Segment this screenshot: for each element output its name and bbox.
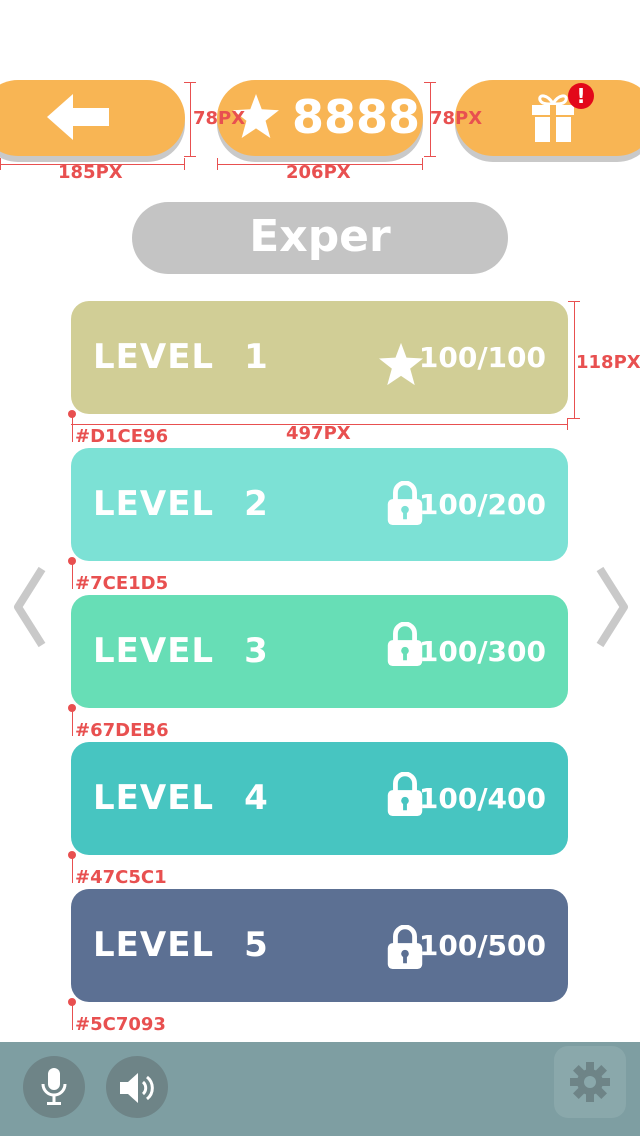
level-card-3[interactable]: LEVEL 3 100/300 xyxy=(71,595,568,708)
dimension-label: 185PX xyxy=(58,162,123,183)
color-label: #67DEB6 xyxy=(75,720,169,741)
color-label: #5C7093 xyxy=(75,1014,166,1035)
level-title: LEVEL 2 xyxy=(93,448,269,561)
level-title: LEVEL 1 xyxy=(93,301,269,414)
gear-icon xyxy=(570,1062,610,1102)
chevron-left-icon[interactable] xyxy=(10,565,50,649)
dimension-tick xyxy=(568,301,580,302)
color-marker-line xyxy=(72,708,73,736)
dimension-line xyxy=(574,301,575,419)
level-number: 2 xyxy=(244,484,269,524)
dimension-tick xyxy=(184,158,185,170)
level-number: 3 xyxy=(244,631,269,671)
gift-button[interactable]: ! xyxy=(455,80,640,156)
chevron-right-icon[interactable] xyxy=(592,565,632,649)
level-number: 5 xyxy=(244,925,269,965)
microphone-button[interactable] xyxy=(23,1056,85,1118)
bottom-toolbar xyxy=(0,1042,640,1136)
level-word: LEVEL xyxy=(93,337,215,377)
color-label: #47C5C1 xyxy=(75,867,167,888)
level-word: LEVEL xyxy=(93,778,215,818)
level-title: LEVEL 3 xyxy=(93,595,269,708)
dimension-tick xyxy=(217,158,218,170)
difficulty-title[interactable]: Exper xyxy=(132,202,508,274)
level-score: 100/100 xyxy=(418,341,546,374)
level-score: 100/400 xyxy=(418,782,546,815)
level-title: LEVEL 4 xyxy=(93,742,269,855)
notification-badge: ! xyxy=(568,83,594,109)
dimension-tick xyxy=(567,418,568,430)
sound-button[interactable] xyxy=(106,1056,168,1118)
level-card-1[interactable]: LEVEL 1 100/100 xyxy=(71,301,568,414)
level-card-5[interactable]: LEVEL 5 100/500 xyxy=(71,889,568,1002)
microphone-icon xyxy=(41,1068,67,1105)
level-number: 1 xyxy=(244,337,269,377)
dimension-label: 78PX xyxy=(193,108,246,129)
dimension-tick xyxy=(568,418,580,419)
color-marker-line xyxy=(72,414,73,442)
level-card-4[interactable]: LEVEL 4 100/400 xyxy=(71,742,568,855)
star-icon xyxy=(379,342,423,386)
speaker-icon xyxy=(120,1073,154,1103)
level-number: 4 xyxy=(244,778,269,818)
score-display: 8888 xyxy=(217,80,423,156)
dimension-label: 206PX xyxy=(286,162,351,183)
level-word: LEVEL xyxy=(93,925,215,965)
dimension-tick xyxy=(422,158,423,170)
level-score: 100/200 xyxy=(418,488,546,521)
dimension-label: 118PX xyxy=(576,352,640,373)
level-word: LEVEL xyxy=(93,631,215,671)
arrow-left-icon xyxy=(47,94,109,140)
dimension-label: 497PX xyxy=(286,423,351,444)
dimension-tick xyxy=(184,156,196,157)
score-value: 8888 xyxy=(292,90,421,144)
level-word: LEVEL xyxy=(93,484,215,524)
level-score: 100/500 xyxy=(418,929,546,962)
level-title: LEVEL 5 xyxy=(93,889,269,1002)
dimension-tick xyxy=(424,156,436,157)
dimension-label: 78PX xyxy=(430,108,483,129)
level-score: 100/300 xyxy=(418,635,546,668)
color-marker-line xyxy=(72,855,73,883)
dimension-tick xyxy=(184,82,196,83)
dimension-line xyxy=(190,82,191,156)
color-label: #7CE1D5 xyxy=(75,573,169,594)
dimension-tick xyxy=(424,82,436,83)
color-label: #D1CE96 xyxy=(75,426,169,447)
level-card-2[interactable]: LEVEL 2 100/200 xyxy=(71,448,568,561)
back-button[interactable] xyxy=(0,80,185,156)
color-marker-line xyxy=(72,561,73,589)
color-marker-line xyxy=(72,1002,73,1030)
settings-button[interactable] xyxy=(554,1046,626,1118)
dimension-tick xyxy=(0,158,1,170)
